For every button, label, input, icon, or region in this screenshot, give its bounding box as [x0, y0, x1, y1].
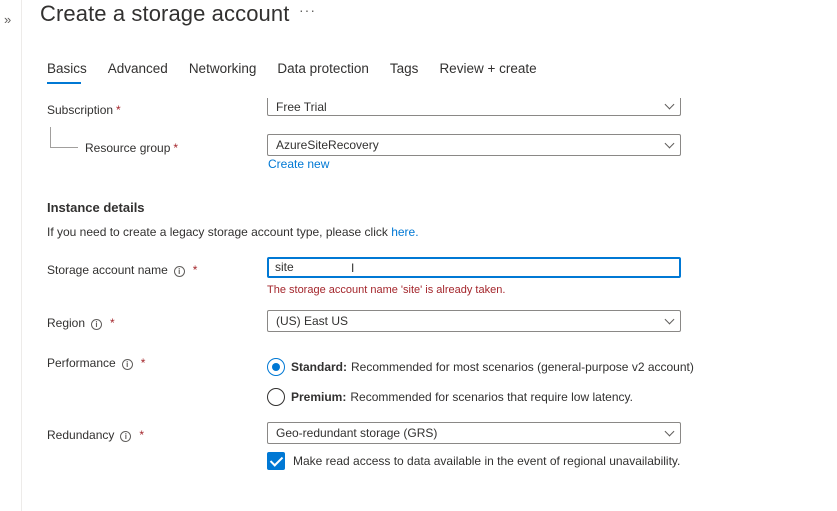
tab-bar: Basics Advanced Networking Data protecti… — [47, 61, 558, 82]
performance-label: Performance i * — [47, 356, 145, 370]
required-marker: * — [192, 263, 198, 277]
info-icon[interactable]: i — [120, 431, 132, 442]
tree-connector — [50, 147, 78, 148]
resource-group-select[interactable]: AzureSiteRecovery — [267, 134, 681, 156]
resource-group-value: AzureSiteRecovery — [276, 138, 379, 152]
storage-account-name-input[interactable]: site — [267, 257, 681, 278]
tab-review-create[interactable]: Review + create — [439, 61, 536, 82]
checkbox-checked[interactable] — [267, 452, 285, 470]
radio-button-checked[interactable] — [267, 358, 285, 376]
required-marker: * — [139, 428, 145, 442]
subscription-value: Free Trial — [276, 100, 327, 114]
legacy-here-link[interactable]: here. — [391, 225, 418, 239]
subscription-label-text: Subscription — [47, 103, 114, 117]
chevron-down-icon — [664, 426, 675, 437]
info-icon[interactable]: i — [121, 359, 133, 370]
storage-account-name-label: Storage account name i * — [47, 263, 197, 277]
tab-tags[interactable]: Tags — [390, 61, 419, 82]
legacy-text: If you need to create a legacy storage a… — [47, 225, 392, 239]
tab-advanced[interactable]: Advanced — [108, 61, 168, 82]
redundancy-label: Redundancy i * — [47, 428, 144, 442]
ellipsis-icon[interactable]: ··· — [299, 2, 316, 18]
redundancy-value: Geo-redundant storage (GRS) — [276, 426, 438, 440]
read-access-option[interactable]: Make read access to data available in th… — [267, 452, 680, 470]
tab-basics[interactable]: Basics — [47, 61, 87, 82]
tab-networking[interactable]: Networking — [189, 61, 257, 82]
text-cursor-icon: I — [351, 261, 355, 275]
subscription-select[interactable]: Free Trial — [267, 98, 681, 116]
info-icon[interactable]: i — [91, 319, 103, 330]
performance-label-text: Performance — [47, 356, 116, 370]
storage-account-name-value: site — [275, 260, 294, 274]
tree-connector — [50, 127, 51, 148]
chevron-down-icon — [664, 314, 675, 325]
tab-data-protection[interactable]: Data protection — [277, 61, 369, 82]
premium-description: Recommended for scenarios that require l… — [350, 390, 633, 404]
region-select[interactable]: (US) East US — [267, 310, 681, 332]
required-marker: * — [140, 356, 146, 370]
info-icon[interactable]: i — [173, 266, 185, 277]
standard-description: Recommended for most scenarios (general-… — [351, 360, 694, 374]
required-marker: * — [173, 141, 179, 155]
instance-details-heading: Instance details — [47, 200, 145, 215]
region-label-text: Region — [47, 316, 86, 330]
standard-title: Standard: — [291, 360, 348, 374]
read-access-label: Make read access to data available in th… — [293, 454, 681, 468]
storage-account-name-label-text: Storage account name — [47, 263, 168, 277]
legacy-account-description: If you need to create a legacy storage a… — [47, 225, 419, 239]
name-error-message: The storage account name 'site' is alrea… — [267, 284, 506, 296]
region-value: (US) East US — [276, 314, 349, 328]
active-tab-indicator — [47, 82, 81, 84]
performance-option-premium[interactable]: Premium: Recommended for scenarios that … — [267, 388, 633, 406]
double-chevron-right-icon[interactable]: » — [4, 12, 11, 27]
redundancy-label-text: Redundancy — [47, 428, 115, 442]
redundancy-select[interactable]: Geo-redundant storage (GRS) — [267, 422, 681, 444]
radio-button-unchecked[interactable] — [267, 388, 285, 406]
chevron-down-icon — [664, 99, 675, 110]
subscription-label: Subscription * — [47, 103, 121, 117]
premium-title: Premium: — [291, 390, 347, 404]
page-title: Create a storage account — [40, 1, 290, 26]
left-rail: » — [0, 0, 22, 511]
chevron-down-icon — [664, 138, 675, 149]
resource-group-label: Resource group * — [85, 141, 178, 155]
create-new-link[interactable]: Create new — [268, 157, 329, 171]
required-marker: * — [116, 103, 121, 117]
required-marker: * — [110, 316, 115, 330]
performance-option-standard[interactable]: Standard: Recommended for most scenarios… — [267, 358, 694, 376]
region-label: Region i * — [47, 316, 115, 330]
resource-group-label-text: Resource group — [85, 141, 171, 155]
